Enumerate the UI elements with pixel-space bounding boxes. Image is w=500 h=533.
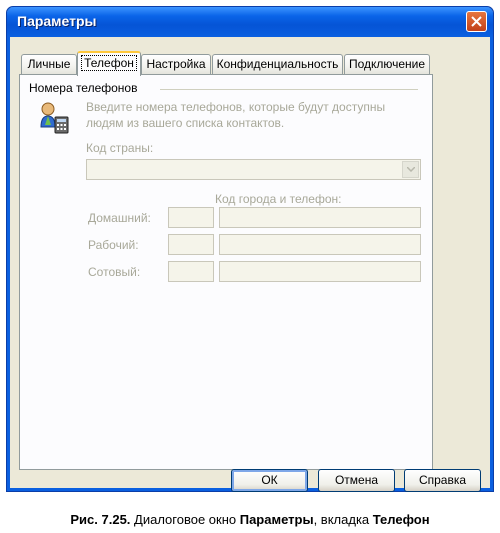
dialog-client-area: Личные Телефон Настройка Конфиденциально… [11,37,489,492]
tab-connection[interactable]: Подключение [344,54,430,74]
tab-label: Телефон [81,55,137,71]
caption-text-1: Диалоговое окно [130,512,240,527]
group-title: Номера телефонов [29,81,138,95]
tab-settings[interactable]: Настройка [141,54,211,74]
tab-privacy[interactable]: Конфиденциальность [212,54,343,74]
title-bar[interactable]: Параметры [7,7,493,37]
work-city-code-input[interactable] [168,234,214,255]
parameters-dialog: Параметры Личные Телефон Настройка Конфи… [6,6,494,492]
contact-phone-icon [40,102,69,134]
figure-caption: Рис. 7.25. Диалоговое окно Параметры, вк… [0,512,500,527]
country-code-label: Код страны: [86,141,154,155]
home-city-code-input[interactable] [168,207,214,228]
close-icon [471,16,482,27]
tab-label: Настройка [146,57,206,71]
home-label: Домашний: [88,211,151,225]
tab-label: Конфиденциальность [216,57,339,71]
mobile-phone-input[interactable] [219,261,421,282]
work-label: Рабочий: [88,238,139,252]
caption-text-2: , вкладка [313,512,373,527]
tab-label: Личные [27,57,71,71]
tab-personal[interactable]: Личные [21,54,77,74]
combo-dropdown-button[interactable] [402,161,419,178]
help-button[interactable]: Справка [404,469,481,492]
mobile-city-code-input[interactable] [168,261,214,282]
work-phone-input[interactable] [219,234,421,255]
caption-figure-number: Рис. 7.25. [70,512,131,527]
cancel-button[interactable]: Отмена [318,469,395,492]
phone-tab-panel: Номера телефонов Введите номера телефоно… [19,74,433,470]
tab-label: Подключение [348,57,426,71]
hint-text: Введите номера телефонов, которые будут … [86,100,386,130]
tab-phone[interactable]: Телефон [77,51,141,76]
caption-dialog-name: Параметры [239,512,314,527]
mobile-label: Сотовый: [88,265,141,279]
ok-button[interactable]: ОК [231,469,308,492]
window-title: Параметры [17,13,97,29]
city-phone-header: Код города и телефон: [215,192,342,206]
chevron-down-icon [407,167,415,172]
home-phone-input[interactable] [219,207,421,228]
caption-tab-name: Телефон [372,512,430,527]
group-divider [160,89,418,90]
close-button[interactable] [466,11,487,32]
country-code-select[interactable] [86,159,421,180]
